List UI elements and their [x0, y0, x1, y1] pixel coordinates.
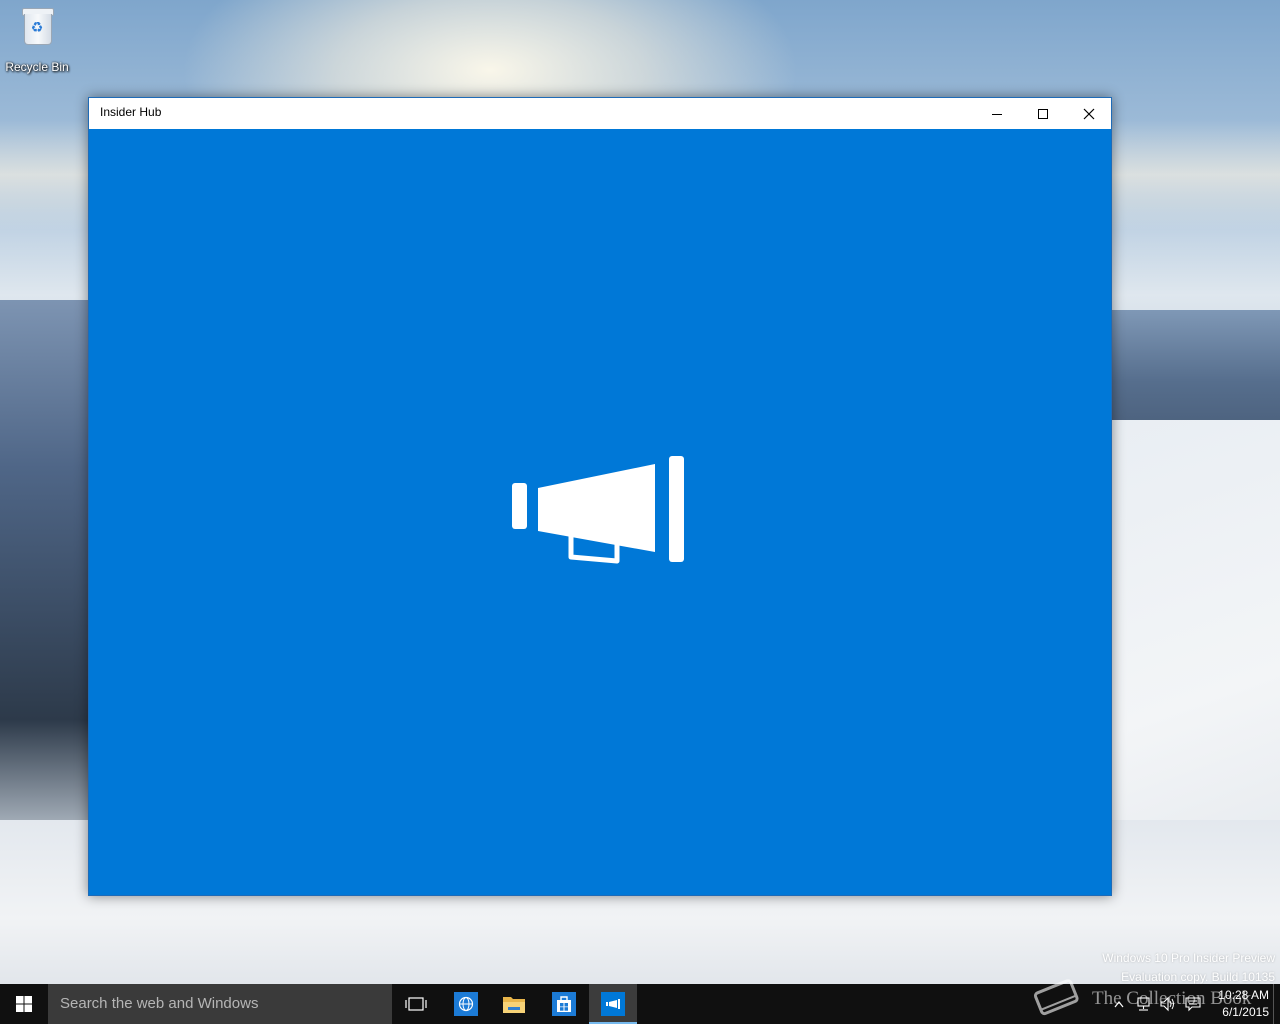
maximize-icon	[1038, 108, 1048, 119]
book-icon	[1033, 979, 1079, 1016]
splash-screen	[89, 129, 1111, 895]
site-watermark: The Collection Book	[1030, 974, 1280, 1024]
title-bar[interactable]: Insider Hub	[89, 98, 1111, 129]
store-icon	[552, 992, 576, 1016]
search-box[interactable]: Search the web and Windows	[48, 984, 392, 1024]
watermark-line-1: Windows 10 Pro Insider Preview	[1102, 951, 1275, 965]
close-icon	[1083, 108, 1095, 119]
megaphone-icon	[512, 456, 684, 564]
close-button[interactable]	[1066, 98, 1112, 129]
file-explorer-button[interactable]	[490, 984, 538, 1024]
watermark-text: The Collection Book	[1092, 988, 1252, 1009]
window-title: Insider Hub	[100, 105, 162, 119]
task-view-icon	[405, 997, 427, 1011]
store-button[interactable]	[540, 984, 588, 1024]
windows-logo-icon	[16, 996, 32, 1012]
minimize-icon	[992, 113, 1002, 115]
recycle-bin-icon: ♻	[20, 6, 54, 46]
globe-icon	[454, 992, 478, 1016]
start-button[interactable]	[0, 984, 48, 1024]
maximize-button[interactable]	[1020, 98, 1066, 129]
desktop-icon-label: Recycle Bin	[5, 60, 69, 74]
wallpaper-mountain-left	[0, 300, 90, 860]
edge-button[interactable]	[442, 984, 490, 1024]
task-view-button[interactable]	[392, 984, 440, 1024]
minimize-button[interactable]	[974, 98, 1020, 129]
megaphone-icon	[601, 992, 625, 1016]
desktop-icon-recycle-bin[interactable]: ♻ Recycle Bin	[4, 6, 70, 76]
insider-hub-window[interactable]: Insider Hub	[88, 97, 1112, 896]
insider-hub-taskbar-button[interactable]	[589, 984, 637, 1024]
search-placeholder: Search the web and Windows	[60, 995, 259, 1012]
folder-icon	[503, 997, 525, 1013]
